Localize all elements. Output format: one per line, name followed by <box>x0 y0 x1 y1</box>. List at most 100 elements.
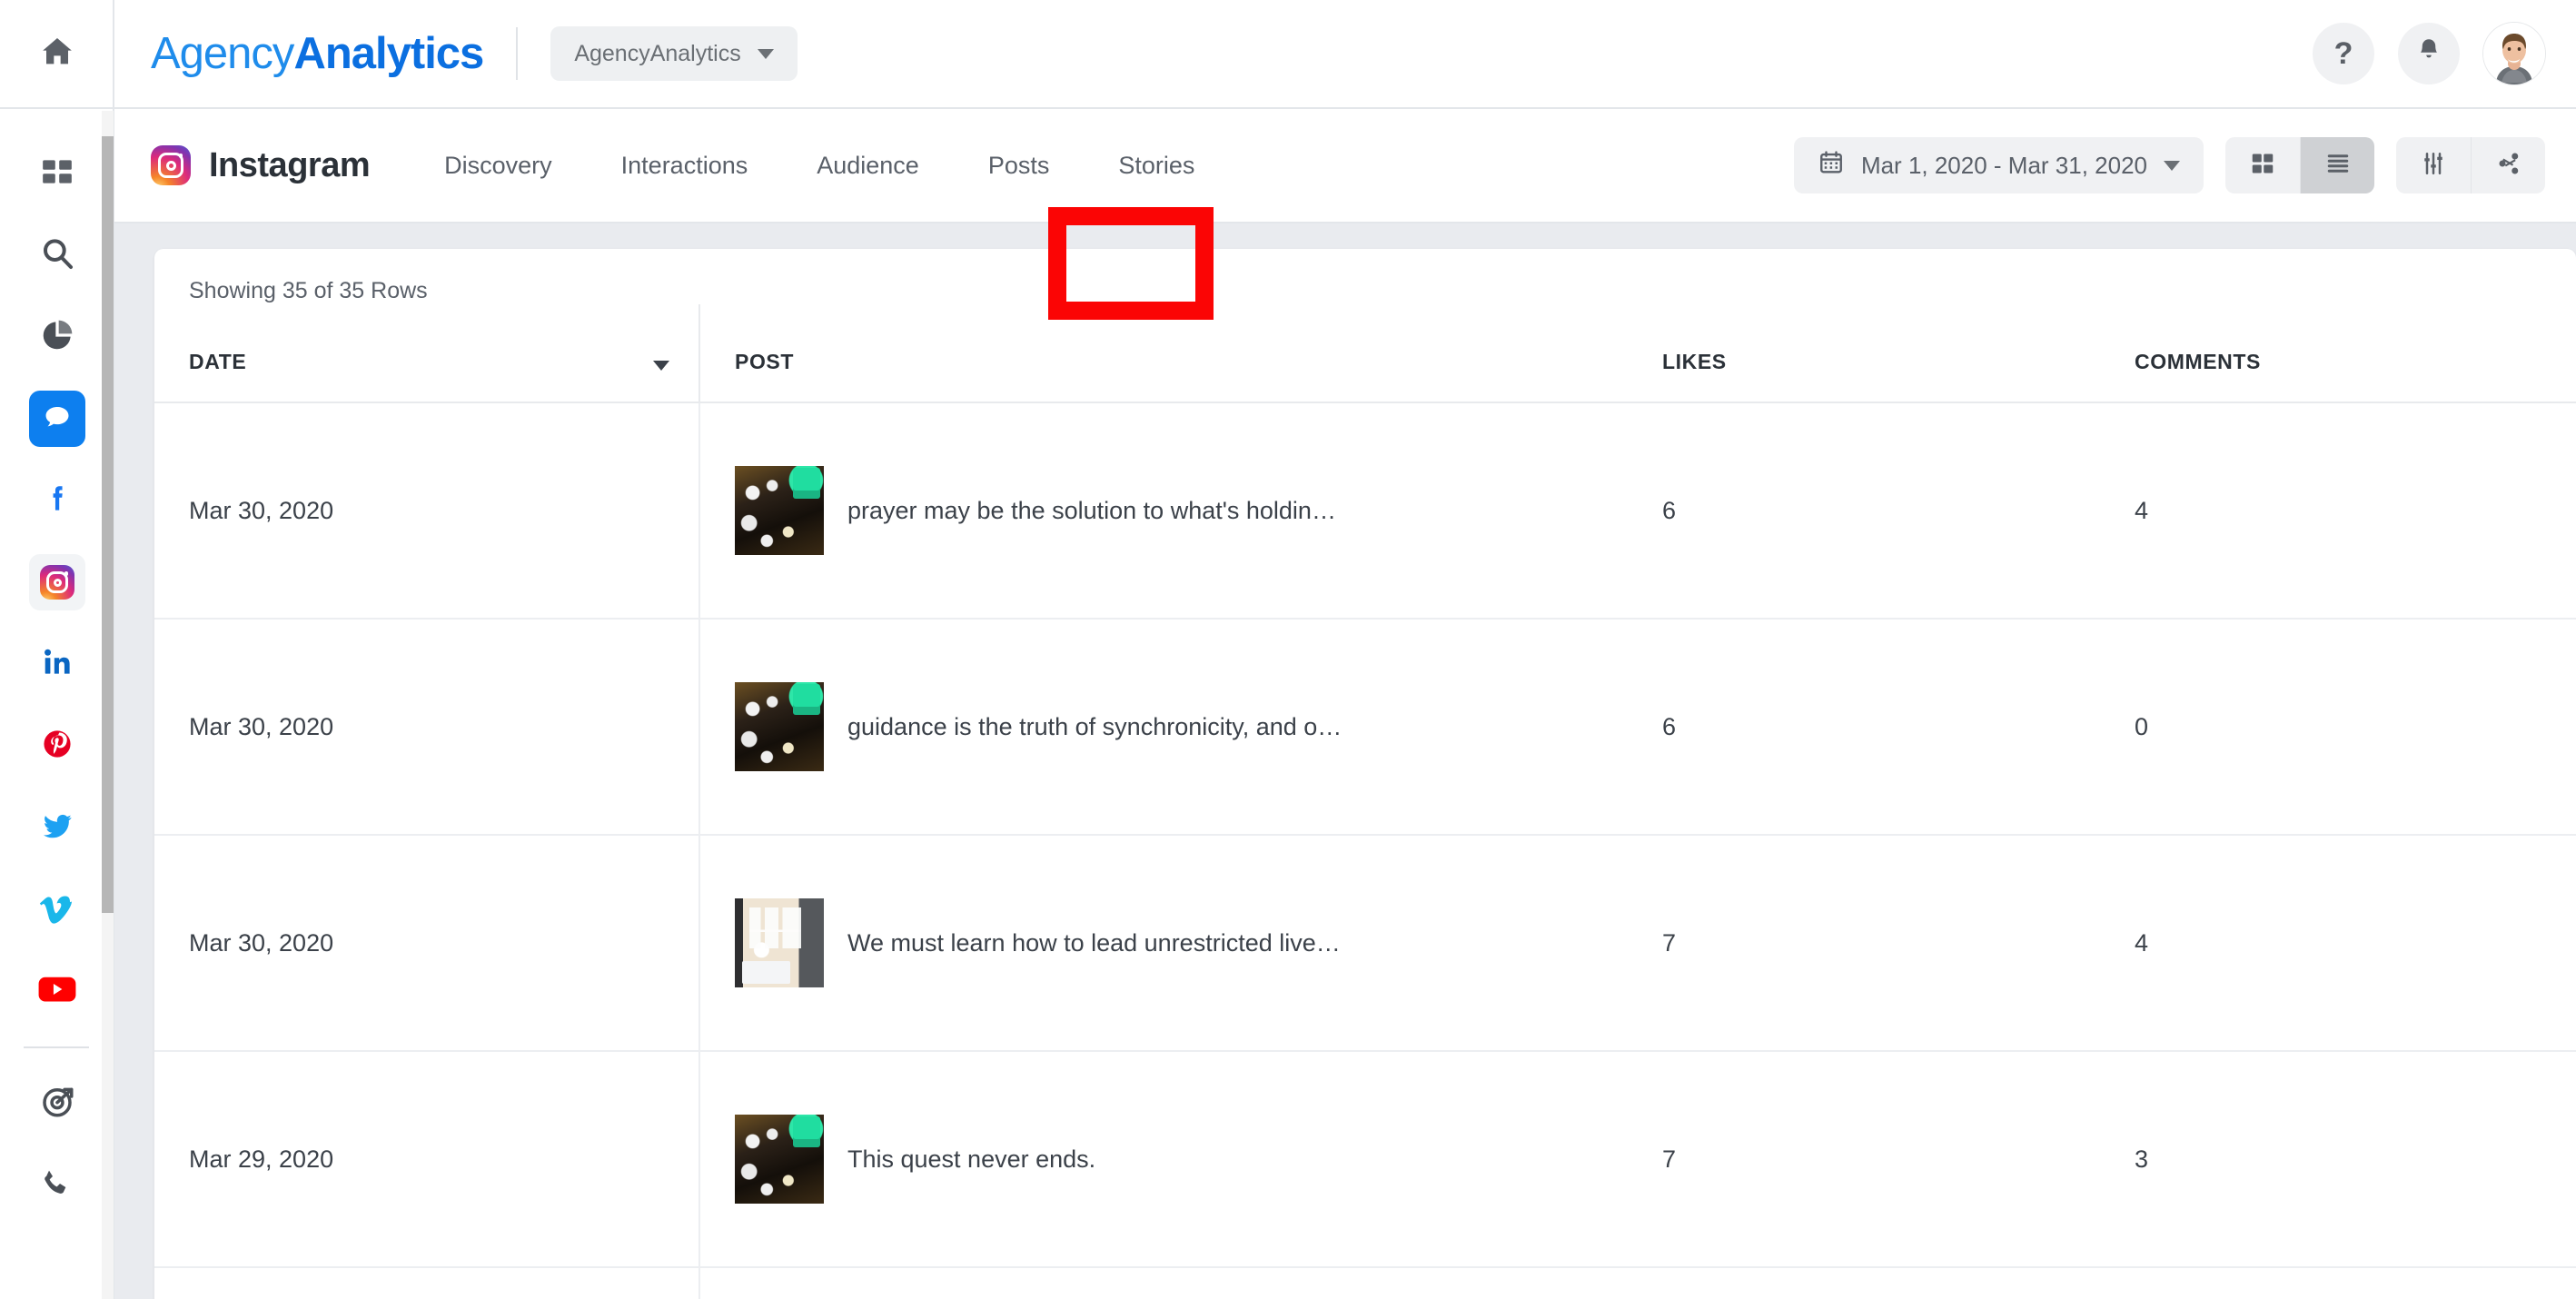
sidebar-item-pinterest[interactable] <box>0 705 114 787</box>
chevron-down-icon <box>2164 160 2180 171</box>
cell-date: Mar 30, 2020 <box>154 835 700 1052</box>
tab-interactions[interactable]: Interactions <box>587 152 783 180</box>
column-header-likes[interactable]: LIKES <box>1662 304 2135 403</box>
tab-posts[interactable]: Posts <box>954 152 1085 180</box>
target-arrow-icon <box>38 1083 76 1125</box>
cell-date: Mar 30, 2020 <box>154 619 700 836</box>
chat-bubble-icon <box>42 402 73 437</box>
sidebar-item-reports[interactable] <box>0 296 114 378</box>
sidebar-item-calls[interactable] <box>0 1145 114 1226</box>
instagram-active-badge <box>29 554 85 610</box>
table-body: Mar 30, 2020 prayer may be the solution … <box>154 402 2576 1299</box>
sidebar-item-home[interactable] <box>0 0 114 109</box>
cell-comments: 0 <box>2135 619 2576 836</box>
table-header-bar: Showing 35 of 35 Rows <box>154 249 2576 304</box>
table-row[interactable]: Mar 29, 2020 Through faith healing, our … <box>154 1267 2576 1299</box>
cell-comments: 4 <box>2135 402 2576 620</box>
table-row[interactable]: Mar 30, 2020 We must learn how to lead u… <box>154 835 2576 1052</box>
sidebar-item-twitter[interactable] <box>0 787 114 868</box>
avatar[interactable] <box>2483 23 2545 84</box>
table-row[interactable]: Mar 29, 2020 This quest never ends. 7 3 <box>154 1051 2576 1268</box>
sidebar-item-linkedin[interactable] <box>0 623 114 705</box>
cell-comments: 4 <box>2135 835 2576 1052</box>
facebook-icon <box>40 481 74 521</box>
app-logo[interactable]: AgencyAnalytics <box>151 28 484 79</box>
pie-chart-icon <box>39 317 75 358</box>
channel-title: Instagram <box>151 145 371 185</box>
table-row[interactable]: Mar 30, 2020 prayer may be the solution … <box>154 402 2576 620</box>
account-selector[interactable]: AgencyAnalytics <box>550 26 798 81</box>
date-range-picker[interactable]: Mar 1, 2020 - Mar 31, 2020 <box>1793 137 2204 193</box>
tab-discovery[interactable]: Discovery <box>410 152 587 180</box>
sidebar-item-instagram[interactable] <box>0 541 114 623</box>
post-thumbnail[interactable] <box>735 682 824 771</box>
cell-date: Mar 29, 2020 <box>154 1051 700 1268</box>
column-header-post[interactable]: POST <box>698 304 1662 403</box>
table-row[interactable]: Mar 30, 2020 guidance is the truth of sy… <box>154 619 2576 836</box>
table-head: DATE POST LIKES COMMENTS <box>154 304 2576 403</box>
top-bar: AgencyAnalytics AgencyAnalytics ? <box>114 0 2576 109</box>
search-icon <box>39 235 75 276</box>
pinterest-icon <box>40 727 74 766</box>
messages-active-badge <box>29 391 85 447</box>
post-thumbnail[interactable] <box>735 466 824 555</box>
sort-desc-caret-icon[interactable] <box>653 361 669 371</box>
posts-table: DATE POST LIKES COMMENTS Mar 30, 2020 pr… <box>154 304 2576 1299</box>
tab-audience[interactable]: Audience <box>782 152 954 180</box>
share-icon <box>2495 150 2522 182</box>
post-thumbnail[interactable] <box>735 898 824 987</box>
cell-comments: 4 <box>2135 1267 2576 1299</box>
cell-date: Mar 30, 2020 <box>154 402 700 620</box>
content-area: Showing 35 of 35 Rows DATE POST LIKES CO… <box>114 223 2576 1299</box>
notification-bell-icon <box>2414 35 2443 73</box>
sidebar-item-dashboard[interactable] <box>0 133 114 214</box>
sidebar-item-youtube[interactable] <box>0 950 114 1032</box>
column-header-likes-label: LIKES <box>1662 350 1727 373</box>
grid-view-button[interactable] <box>2225 137 2300 193</box>
list-view-button[interactable] <box>2300 137 2374 193</box>
cell-post: guidance is the truth of synchronicity, … <box>699 619 1662 836</box>
post-thumbnail[interactable] <box>735 1115 824 1204</box>
cell-likes: 7 <box>1662 1267 2135 1299</box>
sidebar-scrollbar-thumb[interactable] <box>102 136 114 913</box>
cell-likes: 6 <box>1662 619 2135 836</box>
sidebar-item-search[interactable] <box>0 214 114 296</box>
brand-bold: Analytics <box>293 29 484 78</box>
linkedin-icon <box>40 645 74 684</box>
grid-dashboard-icon <box>40 154 74 193</box>
table-header-row: DATE POST LIKES COMMENTS <box>154 304 2576 403</box>
sliders-settings-icon <box>2420 150 2447 182</box>
top-bar-actions: ? <box>2313 23 2545 84</box>
cell-post: We must learn how to lead unrestricted l… <box>699 835 1662 1052</box>
column-header-comments[interactable]: COMMENTS <box>2135 304 2576 403</box>
notifications-button[interactable] <box>2398 23 2460 84</box>
channel-sub-nav: Instagram Discovery Interactions Audienc… <box>114 109 2576 320</box>
settings-button[interactable] <box>2396 137 2471 193</box>
page-title: Instagram <box>209 145 371 184</box>
user-avatar <box>2483 23 2545 84</box>
sidebar-item-goals[interactable] <box>0 1063 114 1145</box>
instagram-icon <box>151 145 191 185</box>
share-button[interactable] <box>2471 137 2545 193</box>
cell-likes: 6 <box>1662 402 2135 620</box>
date-range-label: Mar 1, 2020 - Mar 31, 2020 <box>1860 151 2147 179</box>
column-header-date-label: DATE <box>189 350 247 373</box>
sidebar-item-messages[interactable] <box>0 378 114 460</box>
post-caption: guidance is the truth of synchronicity, … <box>847 712 1342 740</box>
help-button[interactable]: ? <box>2313 23 2374 84</box>
column-header-comments-label: COMMENTS <box>2135 350 2261 373</box>
grid-view-icon <box>2249 150 2276 182</box>
cell-likes: 7 <box>1662 835 2135 1052</box>
post-caption: This quest never ends. <box>847 1145 1096 1173</box>
tab-stories[interactable]: Stories <box>1084 152 1229 180</box>
sidebar-item-facebook[interactable] <box>0 460 114 541</box>
sidebar-item-vimeo[interactable] <box>0 868 114 950</box>
brand-divider <box>516 27 519 80</box>
tools-group <box>2396 137 2545 193</box>
cell-date: Mar 29, 2020 <box>154 1267 700 1299</box>
post-caption: We must learn how to lead unrestricted l… <box>847 928 1341 957</box>
chevron-down-icon <box>757 48 774 59</box>
column-header-date[interactable]: DATE <box>154 304 699 403</box>
cell-post: prayer may be the solution to what's hol… <box>699 402 1662 620</box>
cell-comments: 3 <box>2135 1051 2576 1268</box>
